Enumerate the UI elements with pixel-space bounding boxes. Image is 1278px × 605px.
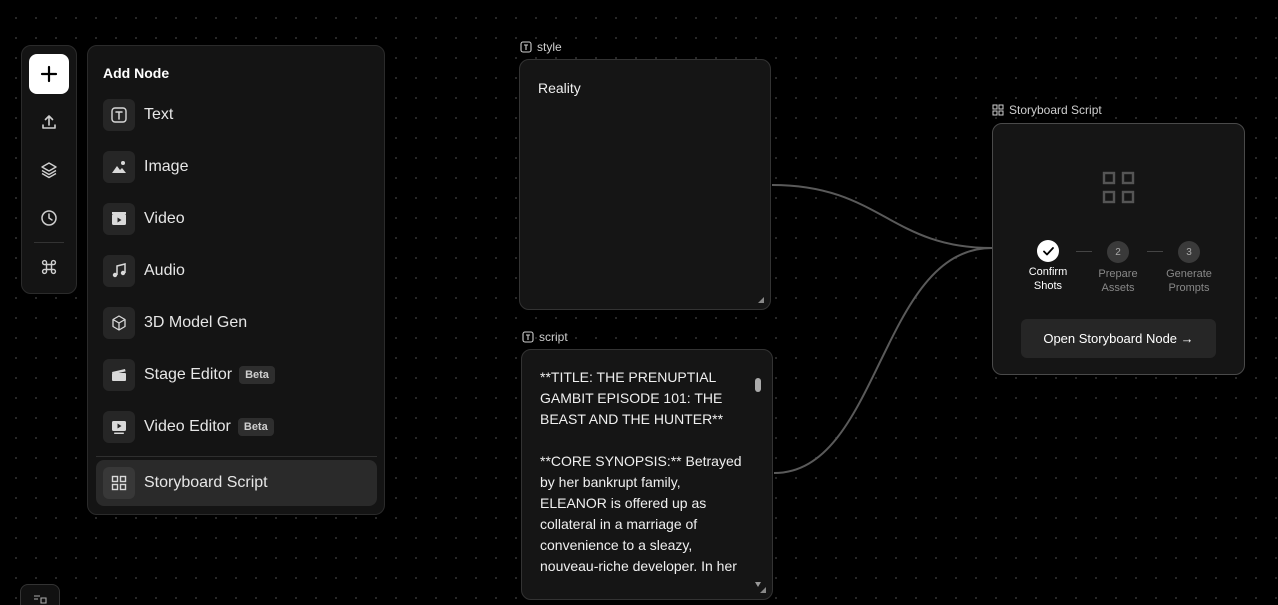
- scrollbar-thumb[interactable]: [755, 378, 761, 392]
- menu-item-label: Video Editor: [144, 418, 231, 435]
- wire-style-to-storyboard: [771, 184, 993, 249]
- storyboard-node[interactable]: 2 3 Confirm Shots Prepare Assets Generat…: [992, 123, 1245, 375]
- menu-item-image[interactable]: Image: [96, 144, 377, 190]
- beta-badge: Beta: [239, 366, 275, 384]
- text-icon: [103, 99, 135, 131]
- storyboard-node-label[interactable]: Storyboard Script: [992, 103, 1102, 117]
- menu-item-label: Audio: [144, 262, 185, 279]
- grid-icon: [992, 104, 1004, 116]
- scroll-up-arrow[interactable]: [755, 370, 761, 383]
- video-icon: [103, 203, 135, 235]
- open-storyboard-node-button[interactable]: Open Storyboard Node →: [1021, 319, 1216, 358]
- layers-button[interactable]: [29, 150, 69, 190]
- menu-item-label: Image: [144, 158, 189, 175]
- left-toolbar: [21, 45, 77, 294]
- history-icon: [41, 210, 57, 226]
- add-node-button[interactable]: [29, 54, 69, 94]
- step-connector: [1147, 251, 1163, 252]
- menu-item-stage-editor[interactable]: Stage Editor Beta: [96, 352, 377, 398]
- grid-icon: [103, 467, 135, 499]
- menu-item-storyboard-script[interactable]: Storyboard Script: [96, 460, 377, 506]
- bottom-panel-toggle[interactable]: [20, 584, 60, 605]
- step-3-circle: 3: [1178, 241, 1200, 263]
- menu-item-3d-model-gen[interactable]: 3D Model Gen: [96, 300, 377, 346]
- layers-icon: [41, 162, 57, 179]
- upload-icon: [42, 115, 56, 129]
- cube-icon: [103, 307, 135, 339]
- upload-button[interactable]: [29, 102, 69, 142]
- text-icon: [522, 331, 534, 343]
- video-editor-icon: [103, 411, 135, 443]
- script-node[interactable]: **TITLE: THE PRENUPTIAL GAMBIT EPISODE 1…: [521, 349, 773, 600]
- style-node-text[interactable]: Reality: [538, 78, 581, 99]
- step-1-label: Confirm Shots: [1028, 266, 1068, 292]
- menu-item-label: Text: [144, 106, 174, 123]
- plus-icon: [40, 65, 58, 83]
- style-node-label[interactable]: style: [520, 40, 562, 54]
- text-icon: [520, 41, 532, 53]
- shortcuts-button[interactable]: [29, 247, 69, 287]
- add-node-panel: Add Node Text Image Video Audio 3D Model…: [87, 45, 385, 515]
- menu-item-label: 3D Model Gen: [144, 314, 248, 331]
- panel-title: Add Node: [103, 65, 170, 81]
- style-node[interactable]: Reality: [519, 59, 771, 310]
- beta-badge: Beta: [237, 418, 274, 436]
- step-2-label: Prepare Assets: [1098, 268, 1138, 294]
- step-3-label: Generate Prompts: [1166, 268, 1212, 294]
- menu-item-audio[interactable]: Audio: [96, 248, 377, 294]
- music-icon: [103, 255, 135, 287]
- menu-item-video[interactable]: Video: [96, 196, 377, 242]
- history-button[interactable]: [29, 198, 69, 238]
- scroll-down-arrow[interactable]: [755, 574, 761, 587]
- step-1-check-icon: [1037, 240, 1059, 262]
- menu-item-label: Storyboard Script: [144, 474, 268, 491]
- script-node-text[interactable]: **TITLE: THE PRENUPTIAL GAMBIT EPISODE 1…: [540, 367, 742, 577]
- menu-item-label: Stage Editor: [144, 366, 233, 383]
- menu-item-text[interactable]: Text: [96, 92, 377, 138]
- step-connector: [1076, 251, 1092, 252]
- toolbar-divider: [34, 242, 64, 243]
- image-icon: [103, 151, 135, 183]
- menu-item-label: Video: [144, 210, 185, 227]
- menu-item-video-editor[interactable]: Video Editor Beta: [96, 404, 377, 450]
- panel-icon: [34, 595, 47, 604]
- panel-divider: [96, 456, 377, 457]
- resize-handle[interactable]: [758, 297, 764, 303]
- clapperboard-icon: [103, 359, 135, 391]
- resize-handle[interactable]: [760, 587, 766, 593]
- command-icon: [41, 259, 57, 275]
- step-2-circle: 2: [1107, 241, 1129, 263]
- script-node-label[interactable]: script: [522, 330, 568, 344]
- wire-script-to-storyboard: [773, 247, 993, 474]
- grid-icon: [1102, 171, 1136, 210]
